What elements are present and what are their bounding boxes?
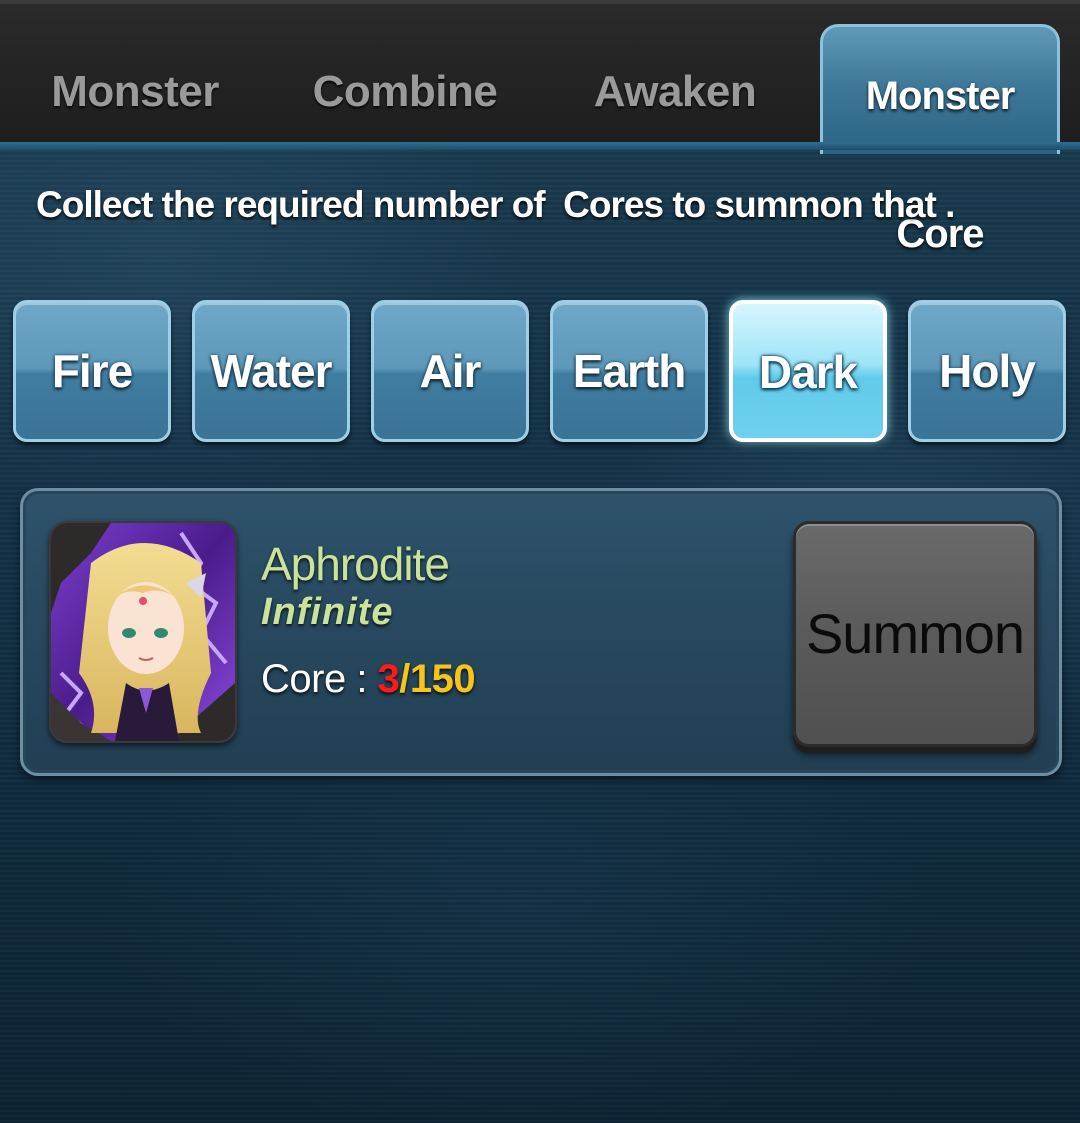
element-button-dark[interactable]: Dark bbox=[729, 300, 887, 442]
core-label: Core : bbox=[261, 657, 378, 701]
monster-core-card: Aphrodite Infinite Core : 3/150 Summon bbox=[20, 488, 1062, 776]
tab-combine[interactable]: Combine bbox=[295, 56, 515, 128]
element-button-fire[interactable]: Fire bbox=[13, 300, 171, 442]
game-screen: Monster Combine Awaken Monster Core Coll… bbox=[0, 0, 1080, 1123]
tab-monster[interactable]: Monster bbox=[30, 56, 240, 128]
core-count: Core : 3/150 bbox=[261, 657, 476, 702]
summon-button[interactable]: Summon bbox=[793, 521, 1037, 747]
monster-rank: Infinite bbox=[261, 591, 394, 633]
element-button-earth[interactable]: Earth bbox=[550, 300, 708, 442]
element-button-water[interactable]: Water bbox=[192, 300, 350, 442]
core-current-value: 3 bbox=[377, 657, 400, 701]
element-button-holy[interactable]: Holy bbox=[908, 300, 1066, 442]
monster-portrait-icon[interactable] bbox=[49, 521, 237, 743]
monster-name: Aphrodite bbox=[261, 538, 450, 590]
element-button-air[interactable]: Air bbox=[371, 300, 529, 442]
tab-awaken[interactable]: Awaken bbox=[575, 56, 775, 128]
tab-bar: Monster Combine Awaken Monster Core bbox=[0, 0, 1080, 256]
core-separator: / bbox=[399, 657, 410, 701]
tab-monster-core[interactable]: Monster Core bbox=[820, 24, 1060, 256]
core-total-value: 150 bbox=[409, 657, 476, 701]
instruction-text: Collect the required number of Cores to … bbox=[36, 184, 955, 225]
